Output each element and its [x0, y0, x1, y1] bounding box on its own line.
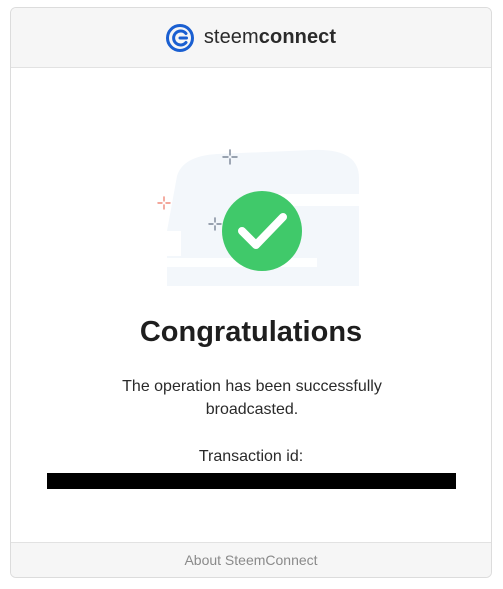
brand-name: steemconnect — [204, 26, 336, 49]
steemconnect-logo-icon — [165, 23, 194, 52]
header: steemconnect — [11, 8, 491, 68]
brand-light: steem — [203, 26, 259, 48]
sparkle-icon — [157, 196, 171, 210]
success-illustration — [157, 149, 359, 286]
about-link[interactable]: About SteemConnect — [184, 552, 317, 568]
brand-bold: connect — [258, 26, 337, 48]
transaction-id-redacted — [47, 473, 456, 489]
footer: About SteemConnect — [11, 542, 491, 577]
transaction-label: Transaction id: — [198, 448, 304, 465]
dialog-card: steemconnect Congratulations The operati… — [10, 7, 492, 578]
check-circle-icon — [222, 191, 302, 271]
page-title: Congratulations — [139, 316, 363, 348]
status-message: The operation has been successfully broa… — [122, 378, 382, 418]
